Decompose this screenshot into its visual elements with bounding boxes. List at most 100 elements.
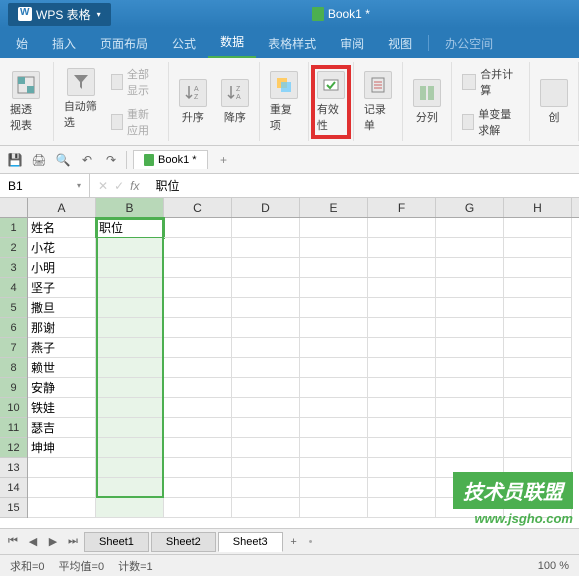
- cell[interactable]: [232, 498, 300, 518]
- cell[interactable]: [164, 278, 232, 298]
- cell[interactable]: [300, 258, 368, 278]
- cell[interactable]: [232, 298, 300, 318]
- cell[interactable]: [436, 338, 504, 358]
- cell[interactable]: [300, 418, 368, 438]
- cell[interactable]: [232, 258, 300, 278]
- row-header[interactable]: 2: [0, 238, 27, 258]
- row-header[interactable]: 15: [0, 498, 27, 518]
- cell[interactable]: [96, 238, 164, 258]
- print-preview-button[interactable]: 🔍: [54, 151, 72, 169]
- redo-button[interactable]: ↷: [102, 151, 120, 169]
- cell[interactable]: [436, 218, 504, 238]
- cell[interactable]: [164, 418, 232, 438]
- cell[interactable]: [232, 318, 300, 338]
- cell[interactable]: [28, 478, 96, 498]
- cell[interactable]: [300, 438, 368, 458]
- cell[interactable]: [96, 298, 164, 318]
- cell[interactable]: [28, 458, 96, 478]
- row-header[interactable]: 8: [0, 358, 27, 378]
- cell[interactable]: [96, 438, 164, 458]
- sort-desc-button[interactable]: ZA 降序: [217, 75, 253, 129]
- cell[interactable]: [436, 238, 504, 258]
- cell[interactable]: [300, 498, 368, 518]
- cell[interactable]: [300, 238, 368, 258]
- cell[interactable]: [164, 218, 232, 238]
- row-header[interactable]: 9: [0, 378, 27, 398]
- cell[interactable]: [368, 318, 436, 338]
- first-sheet-button[interactable]: ⏮: [4, 533, 22, 551]
- cell[interactable]: [164, 478, 232, 498]
- cell[interactable]: [232, 438, 300, 458]
- cell[interactable]: [504, 458, 572, 478]
- cell[interactable]: [368, 298, 436, 318]
- text-to-columns-button[interactable]: 分列: [409, 75, 445, 129]
- tab-view[interactable]: 视图: [376, 29, 424, 58]
- cell[interactable]: [436, 478, 504, 498]
- cell[interactable]: [164, 458, 232, 478]
- cell[interactable]: [368, 338, 436, 358]
- cells-area[interactable]: 姓名职位小花小明坚子撒旦那谢燕子赖世安静铁娃瑟吉坤坤: [28, 218, 572, 518]
- cell[interactable]: 燕子: [28, 338, 96, 358]
- cell[interactable]: [96, 498, 164, 518]
- cell[interactable]: [96, 318, 164, 338]
- cell[interactable]: [436, 318, 504, 338]
- prev-sheet-button[interactable]: ◀: [24, 533, 42, 551]
- cell[interactable]: [368, 358, 436, 378]
- name-box[interactable]: B1 ▾: [0, 174, 90, 197]
- cell[interactable]: [504, 338, 572, 358]
- cell[interactable]: 赖世: [28, 358, 96, 378]
- cell[interactable]: [368, 278, 436, 298]
- cell[interactable]: [164, 298, 232, 318]
- col-header-A[interactable]: A: [28, 198, 96, 217]
- cell[interactable]: 职位: [96, 218, 164, 238]
- cell[interactable]: [96, 378, 164, 398]
- cancel-icon[interactable]: ✕: [98, 179, 108, 193]
- cell[interactable]: [232, 398, 300, 418]
- row-header[interactable]: 12: [0, 438, 27, 458]
- add-tab-button[interactable]: +: [214, 150, 234, 170]
- cell[interactable]: 瑟吉: [28, 418, 96, 438]
- fx-icon[interactable]: fx: [130, 179, 139, 193]
- col-header-B[interactable]: B: [96, 198, 164, 217]
- cell[interactable]: [368, 478, 436, 498]
- record-form-button[interactable]: 记录单: [360, 67, 396, 137]
- cell[interactable]: [96, 278, 164, 298]
- tab-start[interactable]: 始: [4, 29, 40, 58]
- cell[interactable]: [368, 438, 436, 458]
- cell[interactable]: [504, 258, 572, 278]
- sheet-tab-3[interactable]: Sheet3: [218, 532, 283, 552]
- validity-button[interactable]: 有效性: [311, 65, 351, 139]
- cell[interactable]: [368, 258, 436, 278]
- next-sheet-button[interactable]: ▶: [44, 533, 62, 551]
- sort-asc-button[interactable]: AZ 升序: [175, 75, 211, 129]
- cell[interactable]: [232, 358, 300, 378]
- solver-button[interactable]: 单变量求解: [458, 104, 523, 140]
- cell[interactable]: 坚子: [28, 278, 96, 298]
- spreadsheet-grid[interactable]: A B C D E F G H 123456789101112131415 姓名…: [0, 198, 579, 528]
- cell[interactable]: 坤坤: [28, 438, 96, 458]
- cell[interactable]: [504, 298, 572, 318]
- row-header[interactable]: 7: [0, 338, 27, 358]
- app-menu[interactable]: WPS 表格 ▾: [8, 3, 111, 26]
- row-header[interactable]: 13: [0, 458, 27, 478]
- cell[interactable]: [232, 378, 300, 398]
- cell[interactable]: [300, 278, 368, 298]
- zoom-level[interactable]: 100 %: [538, 560, 569, 572]
- col-header-F[interactable]: F: [368, 198, 436, 217]
- duplicates-button[interactable]: 重复项: [266, 67, 302, 137]
- cell[interactable]: [300, 218, 368, 238]
- cell[interactable]: [164, 498, 232, 518]
- row-header[interactable]: 4: [0, 278, 27, 298]
- cell[interactable]: [300, 318, 368, 338]
- col-header-E[interactable]: E: [300, 198, 368, 217]
- cell[interactable]: [164, 378, 232, 398]
- cell[interactable]: [436, 498, 504, 518]
- cell[interactable]: [232, 278, 300, 298]
- cell[interactable]: [504, 358, 572, 378]
- tab-style[interactable]: 表格样式: [256, 29, 328, 58]
- cell[interactable]: [368, 218, 436, 238]
- col-header-D[interactable]: D: [232, 198, 300, 217]
- cell[interactable]: [164, 338, 232, 358]
- cell[interactable]: [504, 478, 572, 498]
- cell[interactable]: [164, 238, 232, 258]
